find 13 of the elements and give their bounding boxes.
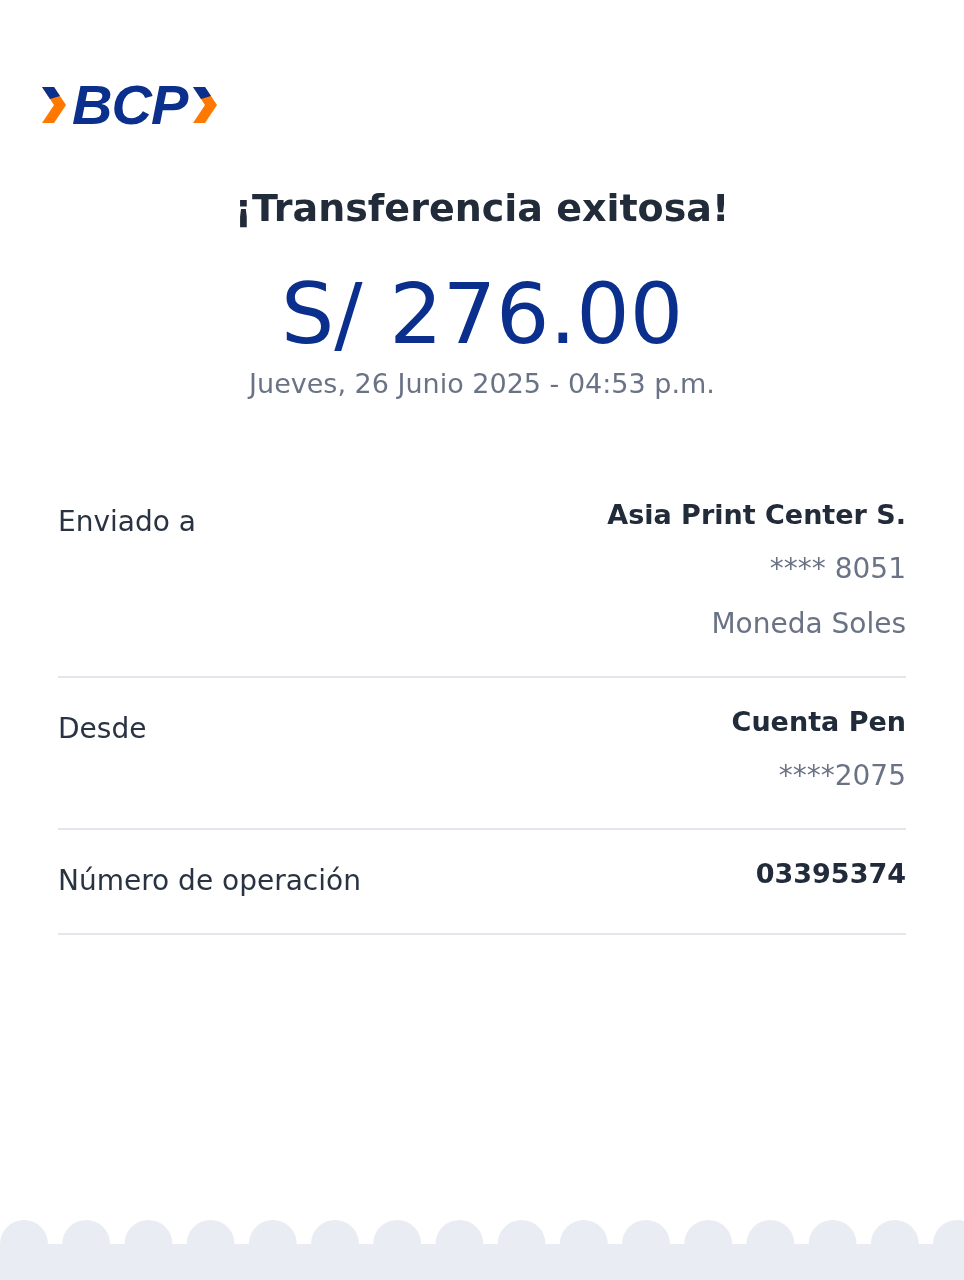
detail-value: **** 8051 xyxy=(769,552,906,585)
detail-value: Asia Print Center S. xyxy=(607,499,906,530)
detail-label: Desde xyxy=(58,711,147,745)
detail-label: Número de operación xyxy=(58,863,361,897)
detail-value: ****2075 xyxy=(778,759,906,792)
detail-value: 03395374 xyxy=(755,858,906,889)
success-title: ¡Transferencia exitosa! xyxy=(233,186,731,232)
logo-text: BCP xyxy=(72,77,188,133)
detail-label: Enviado a xyxy=(58,504,196,538)
detail-value: Cuenta Pen xyxy=(731,706,906,737)
date-time: Jueves, 26 Junio 2025 - 04:53 p.m. xyxy=(246,368,716,399)
amount: S/ 276.00 xyxy=(279,267,685,360)
detail-value: Moneda Soles xyxy=(711,607,906,640)
